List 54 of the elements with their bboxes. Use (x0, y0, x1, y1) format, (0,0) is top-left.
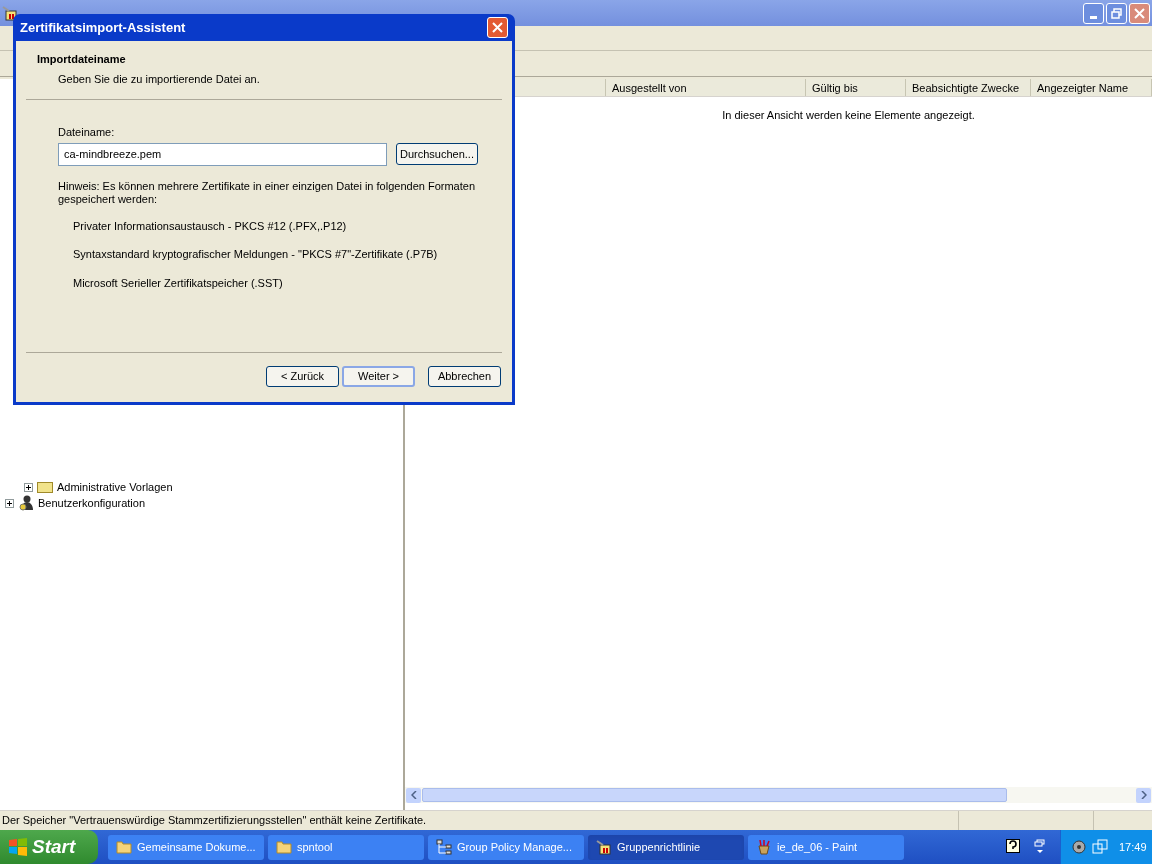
clock: 17:49 (1119, 839, 1147, 855)
wizard-button[interactable]: < Zurück (266, 365, 339, 387)
expand-icon[interactable] (24, 482, 33, 492)
wizard-button[interactable]: Abbrechen (428, 365, 501, 387)
start-button[interactable]: Start (0, 830, 98, 864)
format-item: Syntaxstandard kryptografischer Meldungen - "PKCS #7"-Zertifikate (.P7B) (73, 247, 439, 262)
empty-list-message: In dieser Ansicht werden keine Elemente angezeigt. (722, 108, 975, 123)
scroll-icon (596, 839, 612, 855)
tree-item[interactable]: Administrative Vorlagen (57, 478, 173, 496)
minimize-button[interactable] (1083, 2, 1104, 24)
field-label: Dateiname: (58, 125, 116, 140)
windows-logo-icon (8, 837, 28, 857)
column-header[interactable]: Beabsichtigte Zwecke (906, 79, 1031, 96)
format-item: Privater Informationsaustausch - PKCS #12 (.PFX,.P12) (73, 218, 348, 234)
scroll-icon (2, 5, 18, 21)
tree-item[interactable]: Benutzerkonfiguration (38, 494, 145, 512)
network-icon[interactable] (1092, 839, 1108, 855)
page-subheading: Geben Sie die zu importierende Datei an. (57, 71, 261, 87)
page-heading: Importdateiname (37, 52, 127, 67)
folder-icon (276, 840, 292, 854)
scroll-left-icon[interactable] (406, 787, 421, 803)
browse-button[interactable]: Durchsuchen... (396, 143, 478, 165)
user-icon (18, 495, 34, 511)
expand-icon[interactable] (5, 498, 14, 508)
status-text: Der Speicher "Vertrauenswürdige Stammzertifizierungsstellen" enthält keine Zertifikate. (1, 813, 428, 829)
folder-icon (116, 840, 132, 854)
speaker-icon[interactable] (1071, 839, 1087, 855)
folder-icon (37, 481, 53, 493)
taskbar-button[interactable]: Group Policy Manage... (428, 834, 584, 860)
scroll-thumb[interactable] (422, 788, 1007, 802)
close-button[interactable] (1129, 2, 1150, 24)
restore-icon (1111, 7, 1122, 19)
filename-field[interactable]: ca-mindbreeze.pem (58, 142, 387, 166)
hint-text: Hinweis: Es können mehrere Zertifikate in einer einzigen Datei in folgenden Formaten gespeichert werden: (58, 179, 476, 206)
taskbar-button[interactable]: ie_de_06 - Paint (748, 834, 904, 860)
restore-button[interactable] (1106, 2, 1127, 24)
taskbar-button[interactable]: Gemeinsame Dokume... (108, 834, 264, 860)
wizard-button[interactable]: Weiter > (342, 365, 415, 387)
scroll-right-icon[interactable] (1136, 787, 1151, 803)
dialog-title: Zertifikatsimport-Assistent (20, 18, 187, 37)
column-header[interactable]: Gültig bis (806, 79, 906, 96)
paint-cup-icon (756, 839, 772, 855)
format-item: Microsoft Serieller Zertifikatspeicher (.SST) (73, 275, 284, 291)
horizontal-scrollbar[interactable] (405, 787, 1152, 803)
column-header[interactable]: Angezeigter Name (1031, 79, 1152, 96)
taskbar-button[interactable]: spntool (268, 834, 424, 860)
column-header[interactable]: Ausgestellt von (606, 79, 806, 96)
help-icon[interactable] (1006, 839, 1020, 855)
close-icon (1134, 7, 1145, 19)
tree-icon (436, 839, 452, 855)
taskbar-button[interactable]: Gruppenrichtlinie (588, 834, 744, 860)
window-switch-icon[interactable] (1034, 839, 1046, 855)
close-icon (492, 22, 503, 33)
close-button[interactable] (487, 17, 508, 38)
